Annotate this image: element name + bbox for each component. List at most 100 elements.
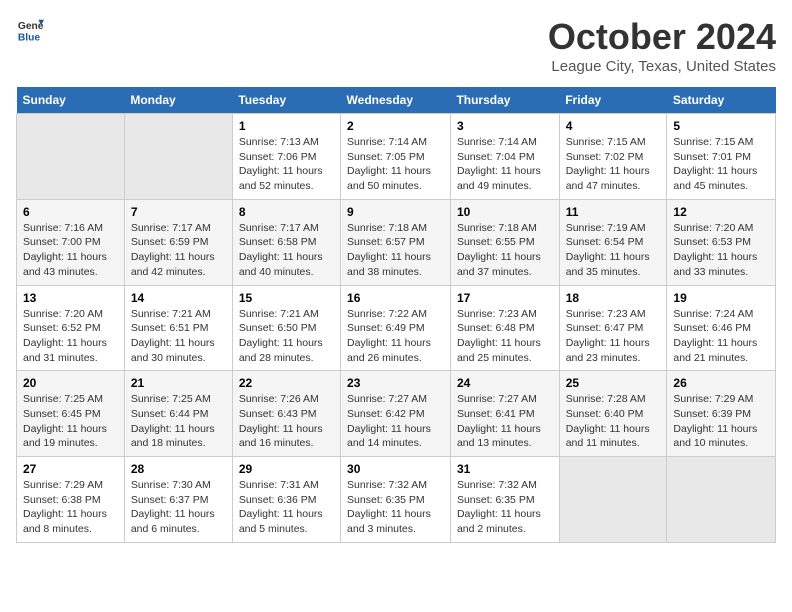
day-info: Sunrise: 7:22 AM Sunset: 6:49 PM Dayligh… <box>347 307 444 366</box>
day-number: 13 <box>23 291 118 305</box>
day-info: Sunrise: 7:20 AM Sunset: 6:52 PM Dayligh… <box>23 307 118 366</box>
day-number: 27 <box>23 462 118 476</box>
title-area: October 2024 League City, Texas, United … <box>548 16 776 75</box>
day-info: Sunrise: 7:21 AM Sunset: 6:51 PM Dayligh… <box>131 307 226 366</box>
week-row-5: 27Sunrise: 7:29 AM Sunset: 6:38 PM Dayli… <box>17 457 776 543</box>
calendar-title: October 2024 <box>548 16 776 58</box>
day-number: 29 <box>239 462 334 476</box>
calendar-cell: 2 Sunrise: 7:14 AM Sunset: 7:05 PM Daylig… <box>341 114 451 200</box>
day-number: 7 <box>131 205 226 219</box>
calendar-cell: 10 Sunrise: 7:18 AM Sunset: 6:55 PM Dayli… <box>450 199 559 285</box>
calendar-cell: 13 Sunrise: 7:20 AM Sunset: 6:52 PM Dayli… <box>17 285 125 371</box>
day-header-friday: Friday <box>559 87 667 114</box>
day-info: Sunrise: 7:23 AM Sunset: 6:48 PM Dayligh… <box>457 307 553 366</box>
calendar-cell: 30 Sunrise: 7:32 AM Sunset: 6:35 PM Dayli… <box>341 457 451 543</box>
day-info: Sunrise: 7:15 AM Sunset: 7:01 PM Dayligh… <box>673 135 769 194</box>
calendar-cell: 12Sunrise: 7:20 AM Sunset: 6:53 PM Dayli… <box>667 199 776 285</box>
logo-icon: General Blue <box>16 16 44 44</box>
day-info: Sunrise: 7:17 AM Sunset: 6:58 PM Dayligh… <box>239 221 334 280</box>
day-info: Sunrise: 7:14 AM Sunset: 7:04 PM Dayligh… <box>457 135 553 194</box>
calendar-cell: 18Sunrise: 7:23 AM Sunset: 6:47 PM Dayli… <box>559 285 667 371</box>
day-number: 6 <box>23 205 118 219</box>
calendar-cell: 26Sunrise: 7:29 AM Sunset: 6:39 PM Dayli… <box>667 371 776 457</box>
day-number: 16 <box>347 291 444 305</box>
day-number: 11 <box>566 205 661 219</box>
day-number: 28 <box>131 462 226 476</box>
day-number: 4 <box>566 119 661 133</box>
day-number: 30 <box>347 462 444 476</box>
day-info: Sunrise: 7:19 AM Sunset: 6:54 PM Dayligh… <box>566 221 661 280</box>
logo: General Blue <box>16 16 44 44</box>
day-info: Sunrise: 7:32 AM Sunset: 6:35 PM Dayligh… <box>457 478 553 537</box>
day-number: 19 <box>673 291 769 305</box>
day-header-sunday: Sunday <box>17 87 125 114</box>
day-number: 10 <box>457 205 553 219</box>
day-number: 1 <box>239 119 334 133</box>
calendar-cell: 15 Sunrise: 7:21 AM Sunset: 6:50 PM Dayli… <box>232 285 340 371</box>
day-info: Sunrise: 7:30 AM Sunset: 6:37 PM Dayligh… <box>131 478 226 537</box>
week-row-1: 1 Sunrise: 7:13 AM Sunset: 7:06 PM Daylig… <box>17 114 776 200</box>
calendar-cell <box>559 457 667 543</box>
day-info: Sunrise: 7:24 AM Sunset: 6:46 PM Dayligh… <box>673 307 769 366</box>
day-info: Sunrise: 7:27 AM Sunset: 6:42 PM Dayligh… <box>347 392 444 451</box>
calendar-cell: 28 Sunrise: 7:30 AM Sunset: 6:37 PM Dayli… <box>124 457 232 543</box>
day-header-saturday: Saturday <box>667 87 776 114</box>
calendar-cell: 3 Sunrise: 7:14 AM Sunset: 7:04 PM Daylig… <box>450 114 559 200</box>
calendar-cell: 31 Sunrise: 7:32 AM Sunset: 6:35 PM Dayli… <box>450 457 559 543</box>
calendar-table: SundayMondayTuesdayWednesdayThursdayFrid… <box>16 87 776 543</box>
day-number: 14 <box>131 291 226 305</box>
week-row-2: 6Sunrise: 7:16 AM Sunset: 7:00 PM Daylig… <box>17 199 776 285</box>
day-header-thursday: Thursday <box>450 87 559 114</box>
day-number: 5 <box>673 119 769 133</box>
day-info: Sunrise: 7:29 AM Sunset: 6:39 PM Dayligh… <box>673 392 769 451</box>
day-info: Sunrise: 7:13 AM Sunset: 7:06 PM Dayligh… <box>239 135 334 194</box>
week-row-4: 20 Sunrise: 7:25 AM Sunset: 6:45 PM Dayli… <box>17 371 776 457</box>
day-info: Sunrise: 7:25 AM Sunset: 6:44 PM Dayligh… <box>131 392 226 451</box>
day-number: 15 <box>239 291 334 305</box>
calendar-cell: 22 Sunrise: 7:26 AM Sunset: 6:43 PM Dayli… <box>232 371 340 457</box>
day-header-wednesday: Wednesday <box>341 87 451 114</box>
calendar-cell: 14 Sunrise: 7:21 AM Sunset: 6:51 PM Dayli… <box>124 285 232 371</box>
day-header-tuesday: Tuesday <box>232 87 340 114</box>
calendar-cell: 27Sunrise: 7:29 AM Sunset: 6:38 PM Dayli… <box>17 457 125 543</box>
day-info: Sunrise: 7:21 AM Sunset: 6:50 PM Dayligh… <box>239 307 334 366</box>
calendar-cell: 25Sunrise: 7:28 AM Sunset: 6:40 PM Dayli… <box>559 371 667 457</box>
day-number: 23 <box>347 376 444 390</box>
calendar-cell: 6Sunrise: 7:16 AM Sunset: 7:00 PM Daylig… <box>17 199 125 285</box>
day-number: 20 <box>23 376 118 390</box>
day-info: Sunrise: 7:20 AM Sunset: 6:53 PM Dayligh… <box>673 221 769 280</box>
day-info: Sunrise: 7:28 AM Sunset: 6:40 PM Dayligh… <box>566 392 661 451</box>
day-number: 31 <box>457 462 553 476</box>
day-number: 22 <box>239 376 334 390</box>
calendar-cell: 5 Sunrise: 7:15 AM Sunset: 7:01 PM Daylig… <box>667 114 776 200</box>
week-row-3: 13 Sunrise: 7:20 AM Sunset: 6:52 PM Dayli… <box>17 285 776 371</box>
day-number: 18 <box>566 291 661 305</box>
day-info: Sunrise: 7:18 AM Sunset: 6:55 PM Dayligh… <box>457 221 553 280</box>
calendar-cell: 23 Sunrise: 7:27 AM Sunset: 6:42 PM Dayli… <box>341 371 451 457</box>
day-number: 21 <box>131 376 226 390</box>
calendar-cell: 19 Sunrise: 7:24 AM Sunset: 6:46 PM Dayli… <box>667 285 776 371</box>
day-number: 3 <box>457 119 553 133</box>
calendar-cell: 7Sunrise: 7:17 AM Sunset: 6:59 PM Daylig… <box>124 199 232 285</box>
day-number: 2 <box>347 119 444 133</box>
page-header: General Blue October 2024 League City, T… <box>16 16 776 75</box>
calendar-cell: 20 Sunrise: 7:25 AM Sunset: 6:45 PM Dayli… <box>17 371 125 457</box>
day-number: 17 <box>457 291 553 305</box>
day-info: Sunrise: 7:15 AM Sunset: 7:02 PM Dayligh… <box>566 135 661 194</box>
day-number: 8 <box>239 205 334 219</box>
calendar-cell <box>17 114 125 200</box>
calendar-cell: 4 Sunrise: 7:15 AM Sunset: 7:02 PM Daylig… <box>559 114 667 200</box>
calendar-cell: 8 Sunrise: 7:17 AM Sunset: 6:58 PM Daylig… <box>232 199 340 285</box>
calendar-cell: 9Sunrise: 7:18 AM Sunset: 6:57 PM Daylig… <box>341 199 451 285</box>
day-number: 24 <box>457 376 553 390</box>
day-info: Sunrise: 7:32 AM Sunset: 6:35 PM Dayligh… <box>347 478 444 537</box>
day-info: Sunrise: 7:18 AM Sunset: 6:57 PM Dayligh… <box>347 221 444 280</box>
day-info: Sunrise: 7:26 AM Sunset: 6:43 PM Dayligh… <box>239 392 334 451</box>
calendar-cell: 11 Sunrise: 7:19 AM Sunset: 6:54 PM Dayli… <box>559 199 667 285</box>
day-info: Sunrise: 7:14 AM Sunset: 7:05 PM Dayligh… <box>347 135 444 194</box>
day-info: Sunrise: 7:25 AM Sunset: 6:45 PM Dayligh… <box>23 392 118 451</box>
calendar-cell: 17 Sunrise: 7:23 AM Sunset: 6:48 PM Dayli… <box>450 285 559 371</box>
day-header-monday: Monday <box>124 87 232 114</box>
calendar-cell: 16 Sunrise: 7:22 AM Sunset: 6:49 PM Dayli… <box>341 285 451 371</box>
header-row: SundayMondayTuesdayWednesdayThursdayFrid… <box>17 87 776 114</box>
